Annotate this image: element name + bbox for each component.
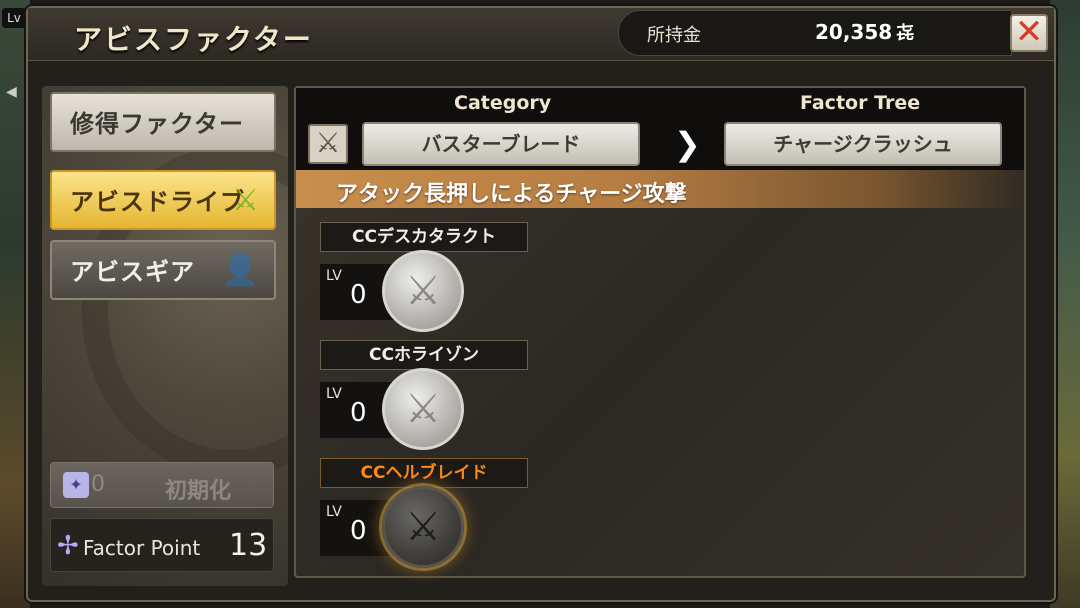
category-header: Category [454,92,552,114]
background-lv-tag: Lv [2,8,26,28]
sparkle-icon: ✢ [57,531,79,561]
window-title: アビスファクター [74,23,313,56]
abyss-factor-window: アビスファクター 所持金 20,358 㐂 ✕ 修得ファクター アビスドライブ ⚔… [26,6,1056,602]
level-label: LV [326,504,342,520]
menu-abyss-drive-button[interactable]: アビスドライブ ⚔ [50,170,276,230]
factor-tree-header: Factor Tree [800,92,921,114]
left-menu-panel: 修得ファクター アビスドライブ ⚔ アビスギア 👤 ✦ 0 初期化 ✢ Fact… [42,86,382,586]
menu-item-label: アビスドライブ [70,188,245,216]
close-x-icon: ✕ [1014,12,1044,52]
currency-icon: 㐂 [896,23,915,44]
tree-description: アタック長押しによるチャージ攻撃 [336,182,687,207]
skill-node[interactable]: CCホライゾン LV 0 ⚔ [320,340,530,458]
skill-name: CCヘルブレイド [320,458,528,488]
funds-amount: 20,358 [815,20,893,44]
level-value: 0 [350,280,367,310]
skill-node-locked[interactable]: CCヘルブレイド LV 0 ⚔ [320,458,530,576]
reset-item-count: 0 [91,472,105,497]
factor-point-label: Factor Point [83,536,201,560]
level-label: LV [326,268,342,284]
factor-point-display: ✢ Factor Point 13 [50,518,274,572]
category-select-button[interactable]: バスターブレード [362,122,640,166]
funds-label: 所持金 [647,25,701,46]
skill-name: CCデスカタラクト [320,222,528,252]
level-value: 0 [350,398,367,428]
reset-item-icon: ✦ [63,472,89,498]
reset-button[interactable]: ✦ 0 初期化 [50,462,274,508]
funds-display: 所持金 20,358 㐂 [618,10,1012,56]
tree-description-bar: アタック長押しによるチャージ攻撃 [296,170,1024,208]
skill-blade-icon[interactable]: ⚔ [382,368,464,450]
menu-acquired-factor-button[interactable]: 修得ファクター [50,92,276,152]
factor-tree-select-button[interactable]: チャージクラッシュ [724,122,1002,166]
close-button[interactable]: ✕ [1010,14,1048,52]
menu-item-label: 修得ファクター [70,110,245,138]
sword-icon: ⚔ [232,183,260,218]
factor-tree-panel: Category Factor Tree ⚔ バスターブレード ❯ チャージクラ… [294,86,1026,578]
buster-blade-weapon-icon: ⚔ [308,124,348,164]
skill-blade-icon[interactable]: ⚔ [382,250,464,332]
skill-name: CCホライゾン [320,340,528,370]
menu-abyss-gear-button[interactable]: アビスギア 👤 [50,240,276,300]
left-arrow-icon: ◀ [6,84,17,100]
funds-value: 20,358 㐂 [815,19,914,45]
character-icon: 👤 [221,253,260,288]
reset-label: 初期化 [165,479,232,504]
level-value: 0 [350,516,367,546]
title-bar: アビスファクター 所持金 20,358 㐂 ✕ [28,8,1054,61]
chevron-right-icon: ❯ [674,125,701,163]
factor-point-value: 13 [229,528,268,563]
level-label: LV [326,386,342,402]
menu-item-label: アビスギア [70,258,195,286]
skill-blade-icon[interactable]: ⚔ [382,486,464,568]
skill-node[interactable]: CCデスカタラクト LV 0 ⚔ [320,222,530,340]
category-bar: Category Factor Tree ⚔ バスターブレード ❯ チャージクラ… [296,88,1024,170]
